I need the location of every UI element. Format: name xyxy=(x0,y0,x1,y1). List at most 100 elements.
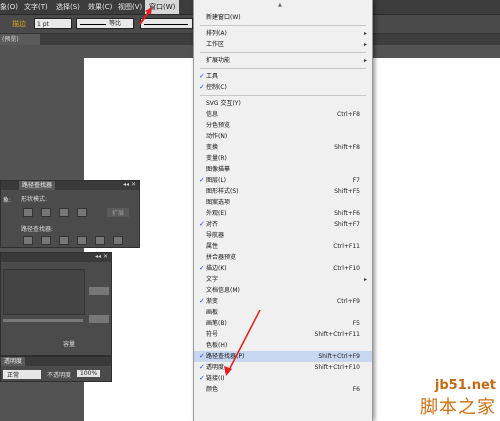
menu-item[interactable]: 变换 Shift+F8 xyxy=(194,142,372,153)
profile-dropdown[interactable]: 等比 xyxy=(76,18,134,29)
submenu-arrow-icon: ▸ xyxy=(363,41,367,48)
menu-item-label: 控制(C) xyxy=(206,84,227,91)
collapse-icon[interactable]: ◂◂ ✕ xyxy=(123,181,136,188)
intersect-icon[interactable] xyxy=(59,208,69,217)
menu-item[interactable]: ✓ 图层(L) F7 xyxy=(194,175,372,186)
menu-item[interactable]: 变量(R) xyxy=(194,153,372,164)
gradient-slider[interactable] xyxy=(3,319,83,322)
menu-item[interactable]: 导航器 xyxy=(194,230,372,241)
menu-item-label: 导航器 xyxy=(206,232,225,239)
menu-item[interactable]: 画笔(B) F5 xyxy=(194,318,372,329)
menu-item[interactable]: 拼合器预览 xyxy=(194,252,372,263)
menu-item[interactable]: 信息 Ctrl+F8 xyxy=(194,109,372,120)
menu-item-label: 拼合器预览 xyxy=(206,254,237,261)
shape-modes-label: 形状模式: xyxy=(21,196,48,203)
menu-item[interactable]: ✓ 透明度 Shift+Ctrl+F10 xyxy=(194,362,372,373)
menu-view[interactable]: 视图(V) xyxy=(118,0,142,14)
menu-item[interactable]: 图像描摹 xyxy=(194,164,372,175)
menu-item[interactable]: 外观(E) Shift+F6 xyxy=(194,208,372,219)
menu-type[interactable]: 文字(T) xyxy=(24,0,48,14)
minus-back-icon[interactable] xyxy=(113,236,123,245)
menu-item-label: 图像描摹 xyxy=(206,166,231,173)
exclude-icon[interactable] xyxy=(77,208,87,217)
menu-item[interactable]: ✓ 描边(K) Ctrl+F10 xyxy=(194,263,372,274)
menu-item[interactable]: 颜色 F6 xyxy=(194,384,372,395)
menu-item[interactable]: 图形样式(S) Shift+F5 xyxy=(194,186,372,197)
capacity-label: 容量 xyxy=(63,341,76,348)
menu-item[interactable]: ✓ 控制(C) xyxy=(194,82,372,93)
brush-line xyxy=(144,24,188,25)
menu-separator xyxy=(200,25,366,26)
menu-item[interactable]: 动作(N) xyxy=(194,131,372,142)
menu-item-label: 新建窗口(W) xyxy=(206,14,241,21)
menu-item[interactable]: 分色预览 xyxy=(194,120,372,131)
menu-item[interactable]: 工作区 ▸ xyxy=(194,39,372,50)
pathfinder-tab[interactable]: 路径查找器 xyxy=(19,181,56,190)
menu-item[interactable]: ✓ 工具 xyxy=(194,71,372,82)
menu-item[interactable]: 图案选项 xyxy=(194,197,372,208)
menu-item-shortcut: Shift+Ctrl+F10 xyxy=(314,364,360,371)
trim-icon[interactable] xyxy=(41,236,51,245)
divide-icon[interactable] xyxy=(23,236,33,245)
unite-icon[interactable] xyxy=(23,208,33,217)
menu-item-label: 符号 xyxy=(206,331,219,338)
window-menu: ▲ 新建窗口(W) 排列(A) ▸ 工作区 ▸ 扩展功能 ▸ ✓ 工具 ✓ 控制(C) SVG 交互(… xyxy=(193,0,373,421)
menu-item-shortcut: Shift+F5 xyxy=(334,188,360,195)
stroke-weight-field[interactable]: 1 pt xyxy=(34,18,72,29)
location-field[interactable] xyxy=(89,315,109,323)
crop-icon[interactable] xyxy=(77,236,87,245)
document-tab[interactable]: (预览) xyxy=(0,34,40,45)
transparency-tab[interactable]: 透明度 xyxy=(1,357,26,366)
menu-item-shortcut: Ctrl+F10 xyxy=(333,265,360,272)
collapse-icon[interactable]: ◂◂ ✕ xyxy=(95,253,108,260)
menu-item[interactable]: 新建窗口(W) xyxy=(194,12,372,23)
menu-item[interactable]: ✓ 链接(I) xyxy=(194,373,372,384)
menu-item[interactable]: 文字 ▸ xyxy=(194,274,372,285)
menu-item-label: 图层(L) xyxy=(206,177,227,184)
menu-item[interactable]: SVG 交互(Y) xyxy=(194,98,372,109)
menu-item-label: SVG 交互(Y) xyxy=(206,100,241,107)
menu-item-label: 工具 xyxy=(206,73,219,80)
pathfinder-panel: 路径查找器 ◂◂ ✕ 象: 形状模式: 扩展 路径查找器: xyxy=(0,180,140,248)
watermark-name: 脚本之家 xyxy=(420,397,496,418)
menu-item-shortcut: F6 xyxy=(352,386,360,393)
menu-item-label: 工作区 xyxy=(206,41,225,48)
blend-mode-select[interactable]: 正常 xyxy=(3,370,41,379)
menu-item-label: 动作(N) xyxy=(206,133,228,140)
opacity-field[interactable]: 100% xyxy=(77,370,101,377)
menu-item[interactable]: ✓ 渐变 Ctrl+F9 xyxy=(194,296,372,307)
menu-item-shortcut: Shift+F6 xyxy=(334,210,360,217)
watermark-site: jb51.net xyxy=(434,378,496,393)
menu-item[interactable]: 画板 xyxy=(194,307,372,318)
menu-item[interactable]: 扩展功能 ▸ xyxy=(194,55,372,66)
menu-object[interactable]: 象(O) xyxy=(0,0,18,14)
menu-item[interactable]: 属性 Ctrl+F11 xyxy=(194,241,372,252)
menu-item[interactable]: ✓ 对齐 Shift+F7 xyxy=(194,219,372,230)
menu-item-label: 图形样式(S) xyxy=(206,188,239,195)
outline-icon[interactable] xyxy=(95,236,105,245)
minus-front-icon[interactable] xyxy=(41,208,51,217)
watermark: jb51.net 脚本之家 xyxy=(420,378,496,419)
menu-window[interactable]: 窗口(W) xyxy=(145,0,180,14)
expand-button[interactable]: 扩展 xyxy=(107,208,130,217)
gradient-dropdown[interactable] xyxy=(89,287,109,295)
brush-dropdown[interactable] xyxy=(140,18,193,29)
merge-icon[interactable] xyxy=(59,236,69,245)
menu-item[interactable]: 色板(H) xyxy=(194,340,372,351)
menu-item[interactable]: 文档信息(M) xyxy=(194,285,372,296)
menu-select[interactable]: 选择(S) xyxy=(56,0,80,14)
menu-item-label: 排列(A) xyxy=(206,30,227,37)
menu-item[interactable]: 符号 Shift+Ctrl+F11 xyxy=(194,329,372,340)
menu-item[interactable]: ✓ 路径查找器(P) Shift+Ctrl+F9 xyxy=(194,351,372,362)
pathfinders-label: 路径查找器: xyxy=(21,226,54,233)
scroll-up-icon[interactable]: ▲ xyxy=(278,2,282,8)
menu-separator xyxy=(200,68,366,69)
profile-label: 等比 xyxy=(109,20,122,27)
opacity-label: 不透明度 xyxy=(47,372,72,379)
menu-item-label: 文字 xyxy=(206,276,219,283)
transparency-panel-header: 透明度 xyxy=(1,357,111,366)
menu-item-label: 外观(E) xyxy=(206,210,227,217)
profile-line xyxy=(80,24,106,25)
menu-effect[interactable]: 效果(C) xyxy=(88,0,112,14)
menu-item[interactable]: 排列(A) ▸ xyxy=(194,28,372,39)
